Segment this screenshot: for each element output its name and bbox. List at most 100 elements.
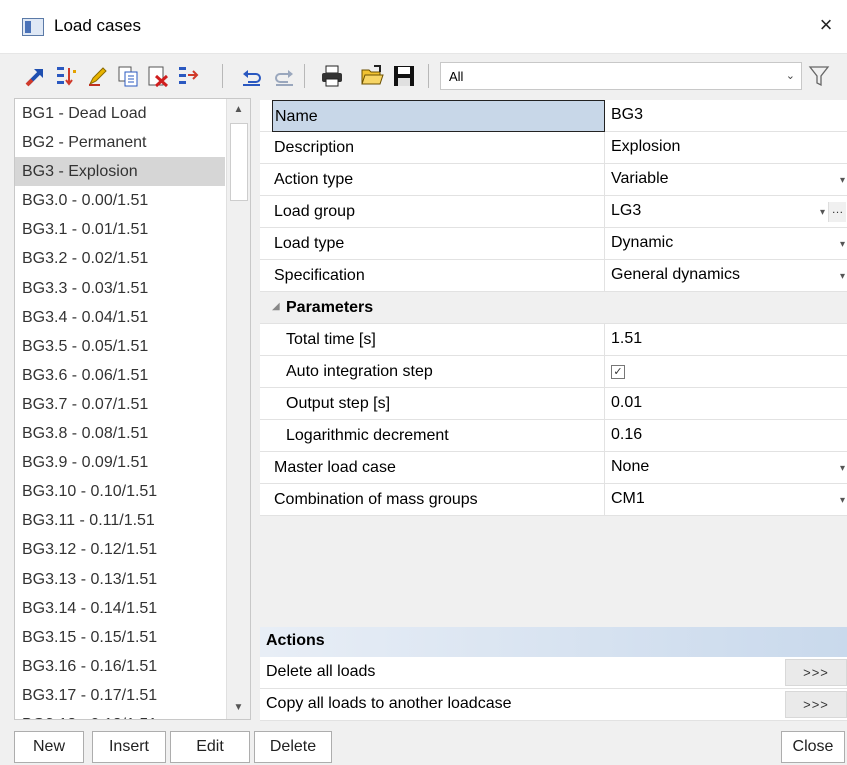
list-item[interactable]: BG2 - Permanent	[15, 128, 225, 157]
master-load-case-select[interactable]: None	[611, 452, 649, 484]
prop-label: Combination of mass groups	[274, 484, 605, 516]
list-item[interactable]: BG3.3 - 0.03/1.51	[15, 274, 225, 303]
prop-row-total-time[interactable]: Total time [s] 1.51	[260, 324, 847, 356]
filter-dropdown[interactable]: All ⌄	[440, 62, 802, 90]
list-item[interactable]: BG3.1 - 0.01/1.51	[15, 215, 225, 244]
prop-label: Total time [s]	[286, 324, 605, 356]
output-step-field[interactable]: 0.01	[611, 388, 642, 420]
prop-row-output-step[interactable]: Output step [s] 0.01	[260, 388, 847, 420]
new-button[interactable]: New	[14, 731, 84, 763]
list-item[interactable]: BG1 - Dead Load	[15, 99, 225, 128]
log-decrement-field[interactable]: 0.16	[611, 420, 642, 452]
prop-row-action-type[interactable]: Action type Variable ▾	[260, 164, 847, 196]
insert-icon[interactable]	[176, 64, 200, 88]
scroll-up-icon[interactable]: ▲	[227, 99, 250, 121]
list-item[interactable]: BG3.8 - 0.08/1.51	[15, 419, 225, 448]
list-item[interactable]: BG3.9 - 0.09/1.51	[15, 448, 225, 477]
action-delete-all-loads[interactable]: Delete all loads >>>	[260, 657, 847, 689]
chevron-down-icon[interactable]: ▾	[820, 207, 825, 218]
prop-row-master-load-case[interactable]: Master load case None ▾	[260, 452, 847, 484]
undo-icon[interactable]	[240, 64, 264, 88]
scroll-thumb[interactable]	[230, 123, 248, 201]
collapse-caret-icon[interactable]: ◢	[272, 301, 280, 312]
prop-label: Specification	[274, 260, 605, 292]
list-item[interactable]: BG3 - Explosion	[15, 157, 225, 187]
copy-icon[interactable]	[116, 64, 140, 88]
list-item[interactable]: BG3.14 - 0.14/1.51	[15, 594, 225, 623]
load-group-select[interactable]: LG3	[611, 196, 641, 228]
window-title: Load cases	[54, 16, 141, 35]
prop-row-specification[interactable]: Specification General dynamics ▾	[260, 260, 847, 292]
more-options-button[interactable]: …	[828, 202, 846, 222]
open-folder-icon[interactable]	[360, 64, 384, 88]
prop-label: Logarithmic decrement	[286, 420, 605, 452]
action-copy-all-loads[interactable]: Copy all loads to another loadcase >>>	[260, 689, 847, 721]
import-icon[interactable]	[24, 64, 48, 88]
mass-groups-select[interactable]: CM1	[611, 484, 645, 516]
print-icon[interactable]	[320, 64, 344, 88]
filter-funnel-icon[interactable]	[808, 64, 830, 88]
list-item[interactable]: BG3.11 - 0.11/1.51	[15, 506, 225, 535]
name-field[interactable]: BG3	[611, 100, 643, 132]
list-item[interactable]: BG3.5 - 0.05/1.51	[15, 332, 225, 361]
list-item[interactable]: BG3.13 - 0.13/1.51	[15, 565, 225, 594]
auto-integration-checkbox[interactable]: ✓	[611, 365, 625, 379]
delete-red-icon[interactable]	[146, 64, 170, 88]
prop-label: Description	[274, 132, 605, 164]
chevron-down-icon[interactable]: ▾	[840, 239, 845, 250]
chevron-down-icon[interactable]: ▾	[840, 463, 845, 474]
edit-pencil-icon[interactable]	[86, 64, 110, 88]
load-case-list[interactable]: BG1 - Dead Load BG2 - Permanent BG3 - Expl…	[14, 98, 251, 720]
edit-button[interactable]: Edit	[170, 731, 250, 763]
load-type-select[interactable]: Dynamic	[611, 228, 673, 260]
prop-label: Load group	[274, 196, 605, 228]
prop-row-name[interactable]: Name BG3	[260, 100, 847, 132]
description-field[interactable]: Explosion	[611, 132, 680, 164]
prop-row-mass-groups[interactable]: Combination of mass groups CM1 ▾	[260, 484, 847, 516]
close-window-button[interactable]: ×	[811, 10, 841, 40]
actions-title: Actions	[266, 632, 325, 649]
parameters-category[interactable]: ◢ Parameters	[260, 292, 847, 324]
list-item[interactable]: BG3.6 - 0.06/1.51	[15, 361, 225, 390]
total-time-field[interactable]: 1.51	[611, 324, 642, 356]
list-item[interactable]: BG3.7 - 0.07/1.51	[15, 390, 225, 419]
list-item[interactable]: BG3.10 - 0.10/1.51	[15, 477, 225, 506]
prop-label: Master load case	[274, 452, 605, 484]
list-scrollbar[interactable]: ▲ ▼	[226, 99, 250, 719]
prop-label: Action type	[274, 164, 605, 196]
copy-all-loads-button[interactable]: >>>	[785, 691, 847, 718]
close-button[interactable]: Close	[781, 731, 845, 763]
prop-row-log-decrement[interactable]: Logarithmic decrement 0.16	[260, 420, 847, 452]
list-item[interactable]: BG3.0 - 0.00/1.51	[15, 186, 225, 215]
chevron-down-icon[interactable]: ▾	[840, 271, 845, 282]
list-item[interactable]: BG3.15 - 0.15/1.51	[15, 623, 225, 652]
delete-button[interactable]: Delete	[254, 731, 332, 763]
prop-row-load-type[interactable]: Load type Dynamic ▾	[260, 228, 847, 260]
prop-row-auto-integration[interactable]: Auto integration step ✓	[260, 356, 847, 388]
insert-button[interactable]: Insert	[92, 731, 166, 763]
list-item[interactable]: BG3.18 - 0.18/1.51	[15, 710, 225, 719]
chevron-down-icon[interactable]: ▾	[840, 175, 845, 186]
action-label: Copy all loads to another loadcase	[266, 695, 512, 712]
list-item[interactable]: BG3.12 - 0.12/1.51	[15, 535, 225, 564]
toolbar-separator	[304, 64, 305, 88]
chevron-down-icon: ⌄	[785, 70, 795, 82]
specification-select[interactable]: General dynamics	[611, 260, 740, 292]
list-item[interactable]: BG3.4 - 0.04/1.51	[15, 303, 225, 332]
window-icon	[22, 18, 44, 36]
prop-row-description[interactable]: Description Explosion	[260, 132, 847, 164]
list-item[interactable]: BG3.16 - 0.16/1.51	[15, 652, 225, 681]
list-item[interactable]: BG3.2 - 0.02/1.51	[15, 244, 225, 273]
chevron-down-icon[interactable]: ▾	[840, 495, 845, 506]
delete-all-loads-button[interactable]: >>>	[785, 659, 847, 686]
scroll-down-icon[interactable]: ▼	[227, 697, 250, 719]
redo-icon[interactable]	[272, 64, 296, 88]
prop-row-load-group[interactable]: Load group LG3 ▾ …	[260, 196, 847, 228]
action-label: Delete all loads	[266, 663, 376, 680]
list-item[interactable]: BG3.17 - 0.17/1.51	[15, 681, 225, 710]
action-type-select[interactable]: Variable	[611, 164, 669, 196]
save-icon[interactable]	[392, 64, 416, 88]
filter-value: All	[449, 69, 464, 84]
sort-icon[interactable]	[54, 64, 78, 88]
title-bar: Load cases ×	[0, 0, 847, 54]
